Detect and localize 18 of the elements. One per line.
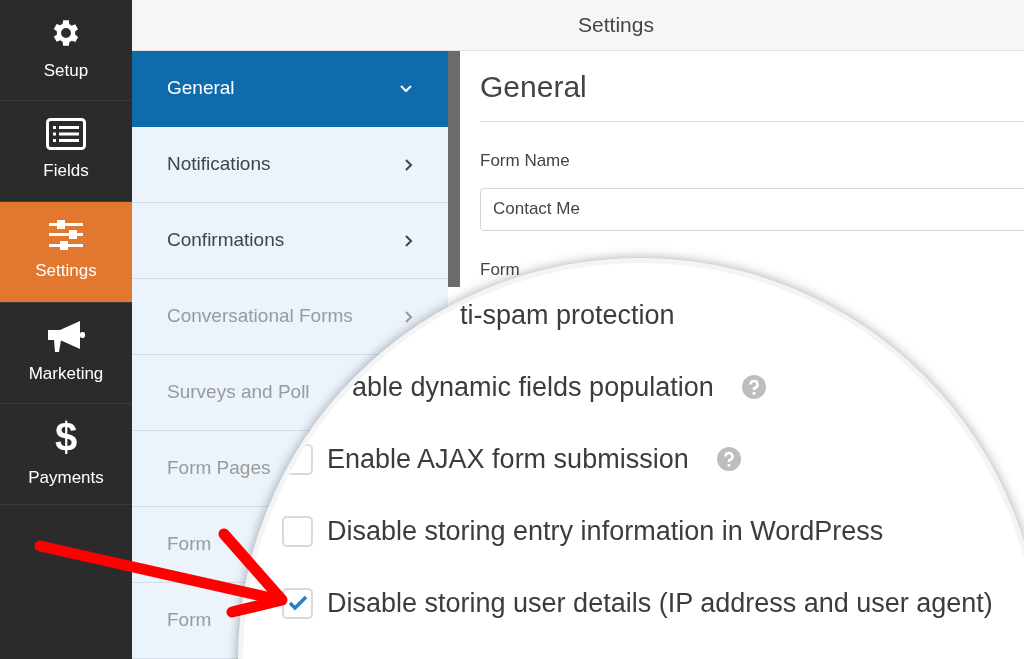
option-label: Disable storing entry information in WordPress xyxy=(327,514,884,548)
menu-item[interactable]: Notifications xyxy=(167,150,271,179)
field-label: Form Name xyxy=(480,150,571,172)
option-label: able dynamic fields population xyxy=(352,370,714,404)
menu-item[interactable]: General xyxy=(132,51,448,127)
megaphone-icon xyxy=(46,319,86,354)
dollar-icon: $ xyxy=(54,417,78,458)
menu-item[interactable]: Confirmations xyxy=(167,226,285,255)
list-icon xyxy=(46,118,86,151)
page-title: Settings xyxy=(578,12,654,39)
field-label: Form xyxy=(480,258,520,281)
check-icon xyxy=(287,595,308,611)
option-label: Enable AJAX form submission xyxy=(327,442,689,476)
section-title: General xyxy=(480,69,588,105)
sliders-icon xyxy=(49,220,83,251)
text-field[interactable]: Contact Me xyxy=(480,187,1024,231)
option-label: ti-spam protection xyxy=(460,298,675,332)
option-label: Disable storing user details (IP address and user agent) xyxy=(327,586,993,620)
